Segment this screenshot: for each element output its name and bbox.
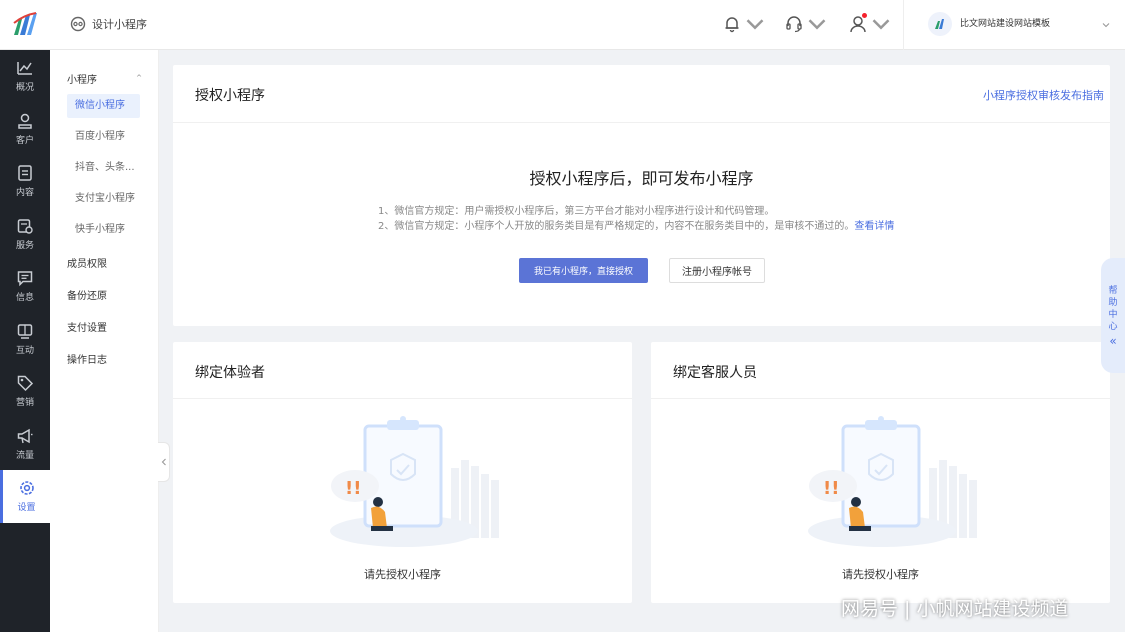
rule-text-1: 1、微信官方规定：用户需授权小程序后，第三方平台才能对小程序进行设计和代码管理。 [378,206,775,217]
subnav-item-kuaishou[interactable]: 快手小程序 [67,218,140,242]
subnav-item-backup[interactable]: 备份还原 [50,281,158,313]
guide-link[interactable]: 小程序授权审核发布指南 [983,87,1104,103]
nav-item-message[interactable]: 信息 [0,260,50,313]
collapse-sidebar-handle[interactable] [158,442,170,482]
authorize-card: 授权小程序 小程序授权审核发布指南 授权小程序后，即可发布小程序 1、微信官方规… [173,65,1110,326]
help-char: 中 [1108,309,1118,320]
nav-label: 信息 [15,293,34,304]
card-title: 绑定客服人员 [673,365,757,381]
subnav-group-miniprogram[interactable]: 小程序 ^ [50,64,158,92]
chevron-down-icon[interactable] [1101,20,1111,30]
chevron-down-icon [872,19,890,30]
org-avatar [928,12,952,36]
service-icon [17,219,33,234]
subnav-item-alipay[interactable]: 支付宝小程序 [67,187,140,211]
nav-item-settings[interactable]: 设置 [0,470,50,523]
org-logo-icon [935,19,944,29]
main-sidebar: 概况 客户 内容 服务 信息 互动 营销 流量 设置 [0,50,50,632]
card-title: 授权小程序 [195,88,265,104]
empty-state-text: 请先授权小程序 [842,568,919,581]
nav-item-traffic[interactable]: 流量 [0,418,50,471]
nav-label: 客户 [15,135,34,146]
nav-label: 服务 [15,240,34,251]
bind-tester-card: 绑定体验者 !! 请先授权小程序 [173,342,632,603]
divider [173,122,1110,123]
nav-label: 概况 [15,83,34,94]
svg-text:!!: !! [345,478,361,499]
help-center-tab[interactable]: 帮 助 中 心 « [1101,258,1125,373]
help-char: 心 [1108,321,1118,332]
nav-item-service[interactable]: 服务 [0,208,50,261]
view-details-link[interactable]: 查看详情 [854,221,894,232]
card-title: 绑定体验者 [195,365,265,381]
unread-dot [862,13,867,18]
chart-icon [17,62,32,75]
org-name: 比文网站建设网站模板 [960,19,1051,29]
miniprogram-icon [70,16,86,32]
subnav-item-log[interactable]: 操作日志 [50,345,158,377]
help-char: 助 [1108,297,1118,308]
nav-label: 设置 [17,503,36,514]
chevron-left-icon [161,458,166,466]
nav-item-overview[interactable]: 概况 [0,50,50,103]
chevron-up-icon: ^ [136,74,142,82]
authorize-heading: 授权小程序后，即可发布小程序 [529,169,754,188]
org-switcher[interactable]: 比文网站建设网站模板 [928,12,1052,36]
chevron-down-icon [746,19,764,30]
message-icon [17,271,33,287]
bell-icon [725,17,739,33]
subnav-group-label: 小程序 [67,74,97,86]
tag-icon [17,376,34,392]
subnav-item-payment[interactable]: 支付设置 [50,313,158,345]
breadcrumb: 设计小程序 [70,16,147,32]
svg-text:!!: !! [823,478,839,499]
subnav-item-members[interactable]: 成员权限 [50,249,158,281]
empty-state-illustration: !! [330,416,499,547]
document-icon [18,165,32,181]
register-button[interactable]: 注册小程序帐号 [669,258,765,283]
notification-button[interactable] [722,14,765,34]
subnav-item-baidu[interactable]: 百度小程序 [67,125,140,149]
headset-icon [786,16,802,33]
gear-icon [19,481,34,496]
user-icon [18,113,32,129]
nav-label: 流量 [15,450,34,461]
breadcrumb-label: 设计小程序 [92,18,147,31]
subnav-item-douyin[interactable]: 抖音、头条... [67,156,140,180]
chevron-down-icon [808,19,826,30]
support-button[interactable] [784,14,827,34]
top-header: 设计小程序 比文网站建设网站模板 [0,0,1125,50]
nav-item-interaction[interactable]: 互动 [0,313,50,366]
empty-state-illustration: !! [808,416,977,547]
rule-text-2: 2、微信官方规定：小程序个人开放的服务类目是有严格规定的，内容不在服务类目中的，… [378,217,894,232]
subnav-item-wechat[interactable]: 微信小程序 [67,94,140,118]
authorize-button[interactable]: 我已有小程序，直接授权 [519,258,648,283]
watermark: 网易号 | 小帆网站建设频道 [841,598,1069,620]
divider [173,398,632,399]
header-divider [903,0,904,50]
nav-label: 互动 [15,345,34,356]
interaction-icon [17,324,33,339]
nav-item-content[interactable]: 内容 [0,155,50,208]
nav-label: 内容 [15,188,34,199]
nav-item-customer[interactable]: 客户 [0,103,50,156]
logo-icon[interactable] [10,9,40,39]
bind-service-card: 绑定客服人员 !! 请先授权小程序 [651,342,1110,603]
divider [651,398,1110,399]
help-char: 帮 [1108,285,1118,296]
nav-item-marketing[interactable]: 营销 [0,365,50,418]
empty-state-text: 请先授权小程序 [364,568,441,581]
rule-text-2-body: 2、微信官方规定：小程序个人开放的服务类目是有严格规定的，内容不在服务类目中的，… [378,221,855,232]
user-menu-button[interactable] [848,13,891,34]
nav-label: 营销 [15,398,34,409]
megaphone-icon [17,428,33,444]
settings-subnav: 小程序 ^ 微信小程序 百度小程序 抖音、头条... 支付宝小程序 快手小程序 … [50,50,159,632]
double-chevron-left-icon: « [1109,333,1117,348]
